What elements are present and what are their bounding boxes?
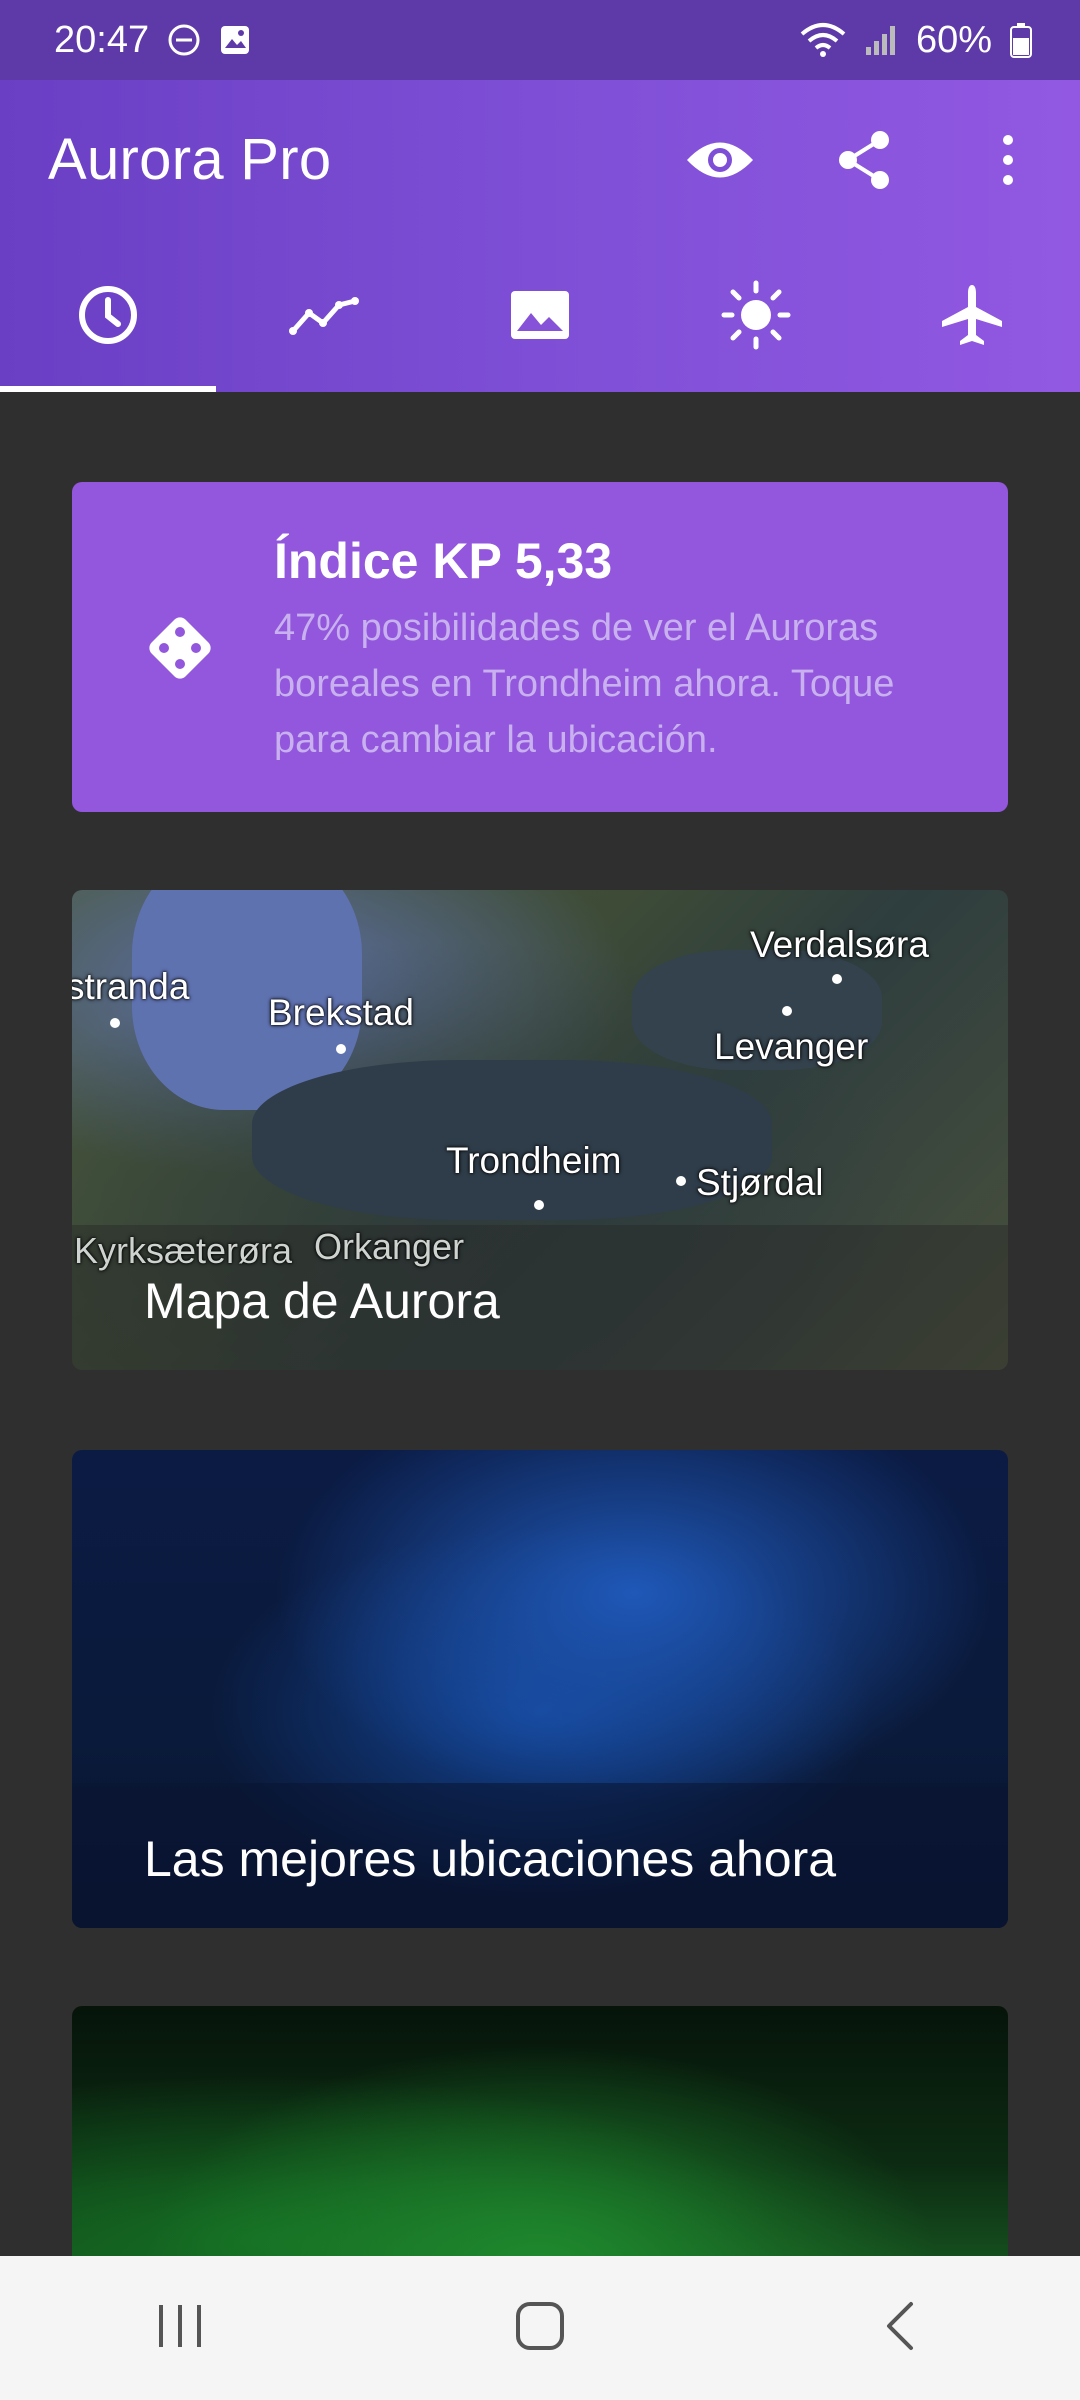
locations-card-title: Las mejores ubicaciones ahora xyxy=(144,1831,837,1887)
recents-button[interactable] xyxy=(80,2268,280,2388)
home-button[interactable] xyxy=(440,2268,640,2388)
dice-icon xyxy=(142,610,218,691)
recents-icon xyxy=(155,2303,205,2354)
back-icon xyxy=(883,2300,917,2357)
share-button[interactable] xyxy=(792,110,936,214)
eye-button[interactable] xyxy=(648,110,792,214)
status-time: 20:47 xyxy=(54,18,150,61)
do-not-disturb-icon xyxy=(167,23,201,57)
aurora-image-card[interactable] xyxy=(72,2006,1008,2266)
aurora-map-card[interactable]: stranda Brekstad Verdalsøra Levanger Tro… xyxy=(72,890,1008,1370)
battery-percent: 60% xyxy=(915,18,992,61)
map-dot xyxy=(832,974,842,984)
kp-index-title: Índice KP 5,33 xyxy=(274,533,613,589)
map-card-title: Mapa de Aurora xyxy=(144,1273,500,1329)
kp-index-card[interactable]: Índice KP 5,33 47% posibilidades de ver … xyxy=(72,482,1008,812)
app-title: Aurora Pro xyxy=(48,127,332,192)
eye-icon xyxy=(685,135,755,190)
kp-probability-text: 47% posibilidades de ver el Auroras bore… xyxy=(274,607,895,761)
map-label-orkanger: Orkanger xyxy=(314,1226,465,1267)
battery-icon xyxy=(1010,22,1032,58)
status-bar: 20:47 60% xyxy=(0,0,1080,80)
home-icon xyxy=(515,2301,565,2356)
system-nav-bar xyxy=(0,2256,1080,2400)
airplane-icon xyxy=(940,283,1004,352)
more-options-button[interactable] xyxy=(936,110,1080,214)
image-icon xyxy=(219,24,251,56)
back-button[interactable] xyxy=(800,2268,1000,2388)
top-actions xyxy=(648,110,1080,214)
share-icon xyxy=(836,130,892,195)
map-dot xyxy=(782,1006,792,1016)
map-label-levanger: Levanger xyxy=(714,1026,869,1067)
map-label-stranda: stranda xyxy=(72,966,190,1007)
clock-icon xyxy=(77,284,139,351)
more-vert-icon xyxy=(1001,134,1015,191)
map-label-stjordal: Stjørdal xyxy=(696,1162,824,1203)
map-dot xyxy=(534,1200,544,1210)
signal-icon xyxy=(864,23,898,57)
tab-gallery[interactable] xyxy=(432,242,648,392)
app-bar: Aurora Pro xyxy=(0,80,1080,392)
tab-forecast[interactable] xyxy=(216,242,432,392)
image-icon xyxy=(509,289,571,346)
map-label-kyrksaeterora: Kyrksæterøra xyxy=(74,1230,293,1271)
tab-travel[interactable] xyxy=(864,242,1080,392)
map-label-brekstad: Brekstad xyxy=(268,992,415,1033)
sun-icon xyxy=(721,280,791,355)
trend-icon xyxy=(289,293,359,342)
tab-sun[interactable] xyxy=(648,242,864,392)
wifi-icon xyxy=(800,22,846,58)
tab-now[interactable] xyxy=(0,242,216,392)
best-locations-card[interactable]: Las mejores ubicaciones ahora xyxy=(72,1450,1008,1928)
map-dot xyxy=(110,1018,120,1028)
map-dot xyxy=(676,1176,686,1186)
tab-bar xyxy=(0,242,1080,392)
map-label-trondheim: Trondheim xyxy=(446,1140,622,1181)
map-label-verdalsora: Verdalsøra xyxy=(750,924,929,965)
map-dot xyxy=(336,1044,346,1054)
